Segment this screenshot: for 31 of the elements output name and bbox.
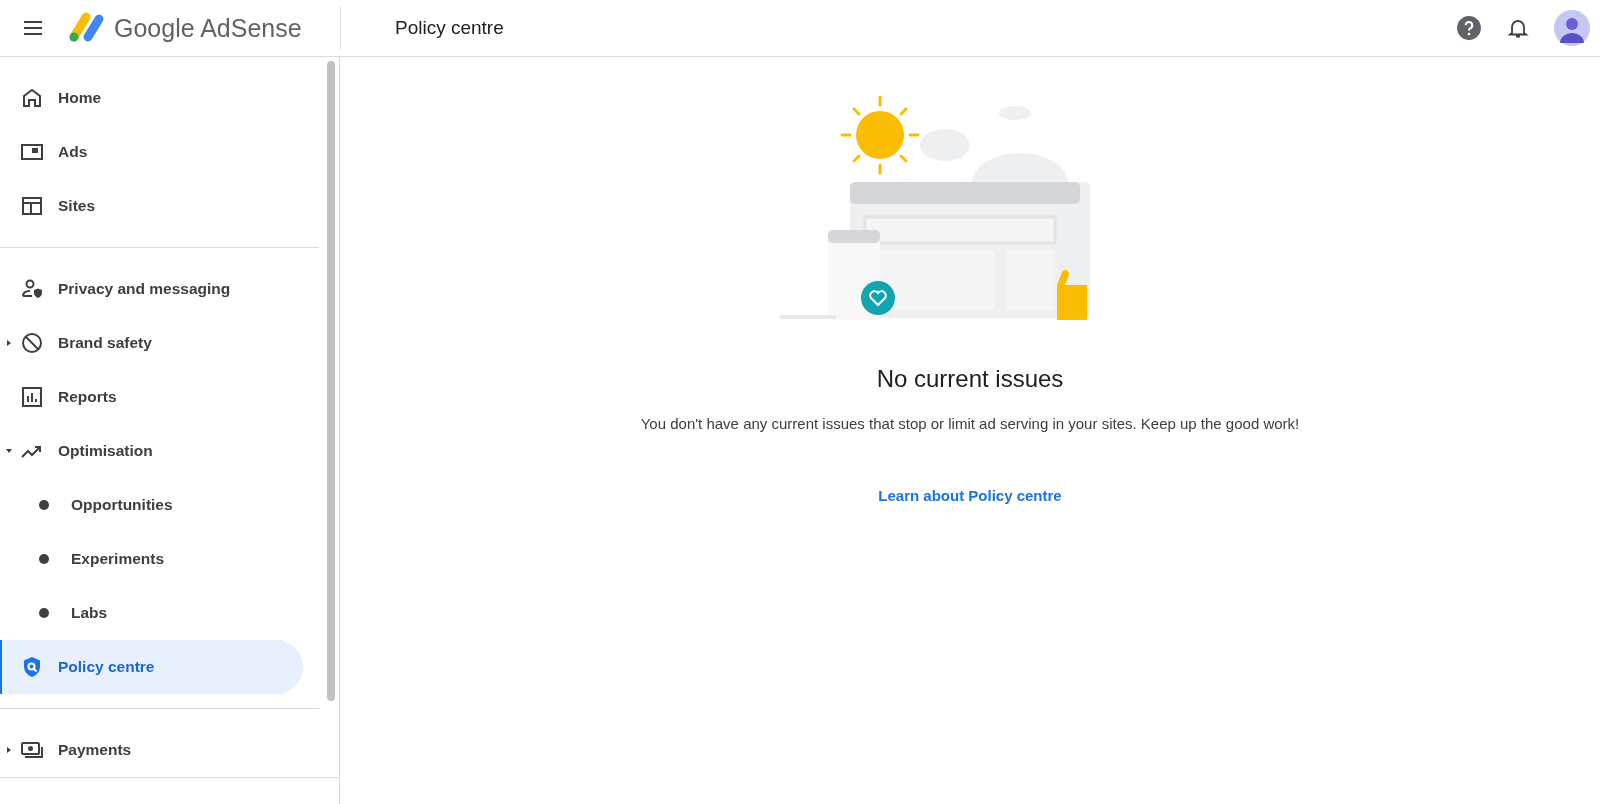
caret-icon[interactable] (5, 746, 13, 754)
nav-item[interactable]: Optimisation (0, 424, 303, 478)
nav-item[interactable]: Payments (0, 723, 303, 777)
reports-icon (20, 385, 44, 409)
caret-icon[interactable] (5, 339, 13, 347)
status-title: No current issues (876, 365, 1064, 393)
nav-subitem[interactable]: Opportunities (0, 478, 303, 532)
nav-item[interactable]: Ads (0, 125, 303, 179)
product-name: Google AdSense (114, 13, 302, 43)
home-icon (20, 86, 44, 110)
nav-item[interactable]: Privacy and messaging (0, 262, 303, 316)
nav-item[interactable]: Policy centre (0, 640, 303, 694)
sites-icon (20, 194, 44, 218)
block-icon (20, 331, 44, 355)
bullet-icon (39, 608, 49, 618)
scrollbar[interactable] (327, 61, 335, 701)
page-title: Policy centre (395, 17, 504, 39)
caret-icon[interactable] (5, 447, 13, 455)
nav-item[interactable]: Sites (0, 179, 303, 233)
nav-item[interactable]: Brand safety (0, 316, 303, 370)
bullet-icon (39, 554, 49, 564)
help-icon[interactable] (1456, 15, 1482, 41)
nav-subitem[interactable]: Labs (0, 586, 303, 640)
learn-link[interactable]: Learn about Policy centre (878, 487, 1062, 504)
privacy-icon (20, 277, 44, 301)
status-message: You don't have any current issues that stop or limit ad serving in your sites. Keep up the good work! (640, 415, 1300, 432)
nav-subitem[interactable]: Experiments (0, 532, 303, 586)
nav-item[interactable]: Home (0, 71, 303, 125)
avatar-icon[interactable] (1554, 10, 1590, 46)
nav-item[interactable]: Reports (0, 370, 303, 424)
bullet-icon (39, 500, 49, 510)
